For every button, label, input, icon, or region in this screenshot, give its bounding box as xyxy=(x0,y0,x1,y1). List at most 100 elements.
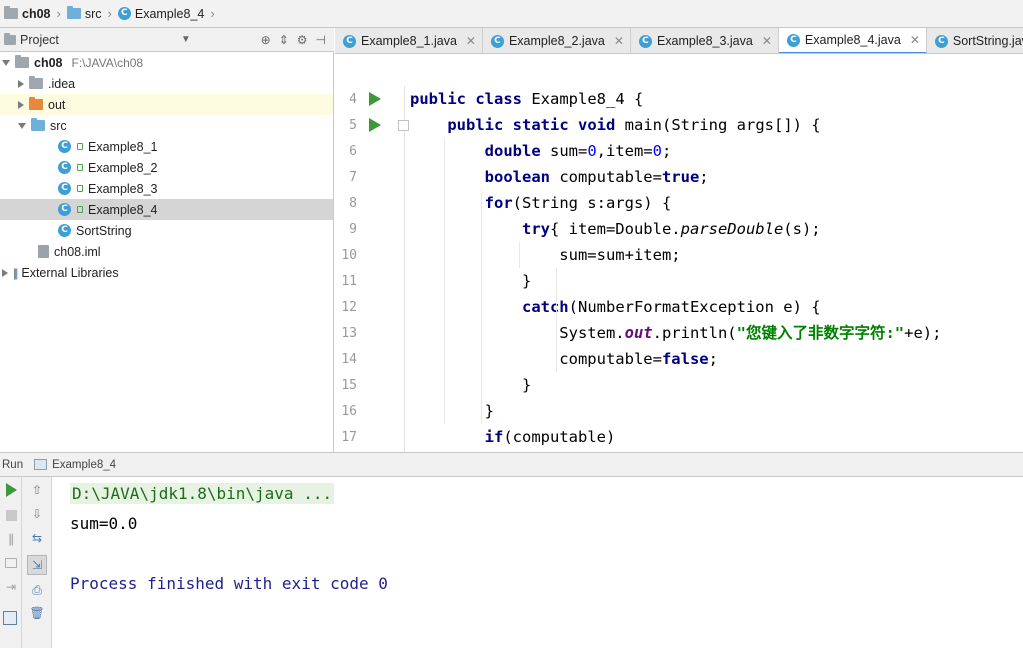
tree-item-label: External Libraries xyxy=(21,265,119,280)
tree-item-label: SortString xyxy=(76,223,132,238)
tab-example8-3[interactable]: C Example8_3.java ✕ xyxy=(631,28,779,53)
tab-sortstring[interactable]: C SortString.java xyxy=(927,28,1023,53)
tree-item-example8-4[interactable]: C Example8_4 xyxy=(0,199,333,220)
indent-guide xyxy=(518,242,520,268)
collapse-arrow-icon[interactable] xyxy=(18,79,24,88)
code-editor[interactable]: 4 5 6 7 8 9 10 11 12 13 14 15 16 17 public class Exam… xyxy=(335,54,1023,452)
code-line[interactable]: try{ item=Double.parseDouble(s); xyxy=(410,216,821,242)
clear-all-button[interactable]: 🗑 xyxy=(29,605,45,621)
run-config-name[interactable]: Example8_4 xyxy=(52,459,116,471)
dump-threads-button[interactable] xyxy=(3,555,19,571)
run-gutter-icon[interactable] xyxy=(369,92,381,106)
trash-icon: 🗑 xyxy=(29,606,45,620)
soft-wrap-button[interactable]: ⇆ xyxy=(29,530,45,546)
tree-item-src[interactable]: src xyxy=(0,115,333,136)
stop-button[interactable] xyxy=(3,507,19,523)
module-folder-icon xyxy=(15,55,29,68)
tree-item-ch08-iml[interactable]: ch08.iml xyxy=(0,241,333,262)
play-icon xyxy=(5,483,17,497)
code-line[interactable]: for(String s:args) { xyxy=(410,190,672,216)
editor-tabs: C Example8_1.java ✕ C Example8_2.java ✕ … xyxy=(335,28,1023,54)
run-config-icon xyxy=(34,459,48,470)
line-number: 4 xyxy=(349,92,357,107)
scroll-up-button[interactable]: ⇧ xyxy=(29,482,45,498)
line-number: 10 xyxy=(341,248,357,263)
hide-panel-icon[interactable]: ⊣ xyxy=(316,33,326,47)
code-line[interactable]: double sum=0,item=0; xyxy=(410,138,672,164)
close-icon[interactable]: ✕ xyxy=(466,34,476,48)
code-line[interactable]: } xyxy=(410,372,531,398)
editor-gutter: 4 5 6 7 8 9 10 11 12 13 14 15 16 17 xyxy=(335,86,409,452)
line-number: 9 xyxy=(349,222,357,237)
pause-button[interactable]: ∥ xyxy=(3,531,19,547)
code-line[interactable]: sum=sum+item; xyxy=(410,242,680,268)
indent-guide xyxy=(443,138,445,424)
gear-icon[interactable]: ⚙ xyxy=(297,33,308,47)
run-panel-label[interactable]: Run xyxy=(2,459,23,471)
console-line-output: sum=0.0 xyxy=(70,514,138,533)
tree-item-ch08[interactable]: ch08 F:\JAVA\ch08 xyxy=(0,52,333,73)
code-line[interactable]: if(computable) xyxy=(410,424,616,450)
code-line[interactable]: computable=false; xyxy=(410,346,718,372)
code-line[interactable]: public static void main(String args[]) { xyxy=(410,112,820,138)
tab-label: Example8_4.java xyxy=(804,33,901,47)
layout-button[interactable] xyxy=(1,609,19,627)
code-line[interactable]: boolean computable=true; xyxy=(410,164,709,190)
tree-item-sortstring[interactable]: C SortString xyxy=(0,220,333,241)
tree-item-out[interactable]: out xyxy=(0,94,333,115)
target-icon[interactable]: ⊕ xyxy=(261,33,271,47)
print-button[interactable]: ⎙ xyxy=(29,582,45,598)
code-line[interactable]: } xyxy=(410,268,531,294)
line-number: 15 xyxy=(341,378,357,393)
rerun-button[interactable] xyxy=(3,482,19,498)
lock-icon xyxy=(77,206,83,213)
code-area[interactable]: public class Example8_4 { public static … xyxy=(410,86,1023,452)
tree-item-external-libraries[interactable]: ||| External Libraries xyxy=(0,262,333,283)
exit-button[interactable]: ⇥ xyxy=(3,579,19,595)
breadcrumb-class[interactable]: C Example8_4 › xyxy=(117,6,215,21)
breadcrumb-label: ch08 xyxy=(22,6,51,21)
line-number: 11 xyxy=(341,274,357,289)
close-icon[interactable]: ✕ xyxy=(762,34,772,48)
source-folder-icon xyxy=(66,6,81,19)
camera-icon xyxy=(5,558,17,568)
java-class-icon: C xyxy=(58,224,71,237)
tab-example8-4[interactable]: C Example8_4.java ✕ xyxy=(778,28,927,53)
project-view-icon xyxy=(4,32,16,45)
line-number: 13 xyxy=(341,326,357,341)
expand-arrow-icon[interactable] xyxy=(2,59,10,66)
collapse-arrow-icon[interactable] xyxy=(18,100,24,109)
indent-guide xyxy=(481,190,483,424)
tab-example8-2[interactable]: C Example8_2.java ✕ xyxy=(483,28,631,53)
close-icon[interactable]: ✕ xyxy=(614,34,624,48)
collapse-arrow-icon[interactable] xyxy=(2,268,8,277)
tree-item-example8-2[interactable]: C Example8_2 xyxy=(0,157,333,178)
tree-item-label: Example8_4 xyxy=(88,202,158,217)
tree-item-idea[interactable]: .idea xyxy=(0,73,333,94)
breadcrumb-src[interactable]: src › xyxy=(66,6,112,21)
pause-icon: ∥ xyxy=(8,532,14,546)
dropdown-arrow-icon[interactable]: ▼ xyxy=(181,34,191,45)
tree-item-example8-1[interactable]: C Example8_1 xyxy=(0,136,333,157)
breadcrumb-project[interactable]: ch08 › xyxy=(4,6,61,21)
run-gutter-icon[interactable] xyxy=(369,118,381,132)
tree-item-example8-3[interactable]: C Example8_3 xyxy=(0,178,333,199)
expand-arrow-icon[interactable] xyxy=(18,122,26,129)
collapse-icon[interactable]: ⇕ xyxy=(279,33,289,47)
close-icon[interactable]: ✕ xyxy=(910,33,920,47)
tab-example8-1[interactable]: C Example8_1.java ✕ xyxy=(335,28,483,53)
chevron-right-icon: › xyxy=(107,6,112,21)
fold-marker-icon[interactable] xyxy=(398,120,409,131)
indent-guide xyxy=(556,320,558,372)
code-line[interactable]: catch(NumberFormatException e) { xyxy=(410,294,821,320)
module-folder-icon xyxy=(4,6,18,19)
java-class-icon: C xyxy=(58,182,71,195)
code-line[interactable]: public class Example8_4 { xyxy=(410,86,643,112)
module-path: F:\JAVA\ch08 xyxy=(71,55,144,70)
scroll-to-end-button[interactable]: ⇲ xyxy=(27,555,47,575)
project-panel-title[interactable]: Project xyxy=(20,33,59,47)
console-output[interactable]: D:\JAVA\jdk1.8\bin\java ... sum=0.0 Proc… xyxy=(53,477,1023,648)
line-number: 6 xyxy=(349,144,357,159)
code-line[interactable]: System.out.println("您键入了非数字字符:"+e); xyxy=(410,320,941,346)
scroll-down-button[interactable]: ⇩ xyxy=(29,506,45,522)
